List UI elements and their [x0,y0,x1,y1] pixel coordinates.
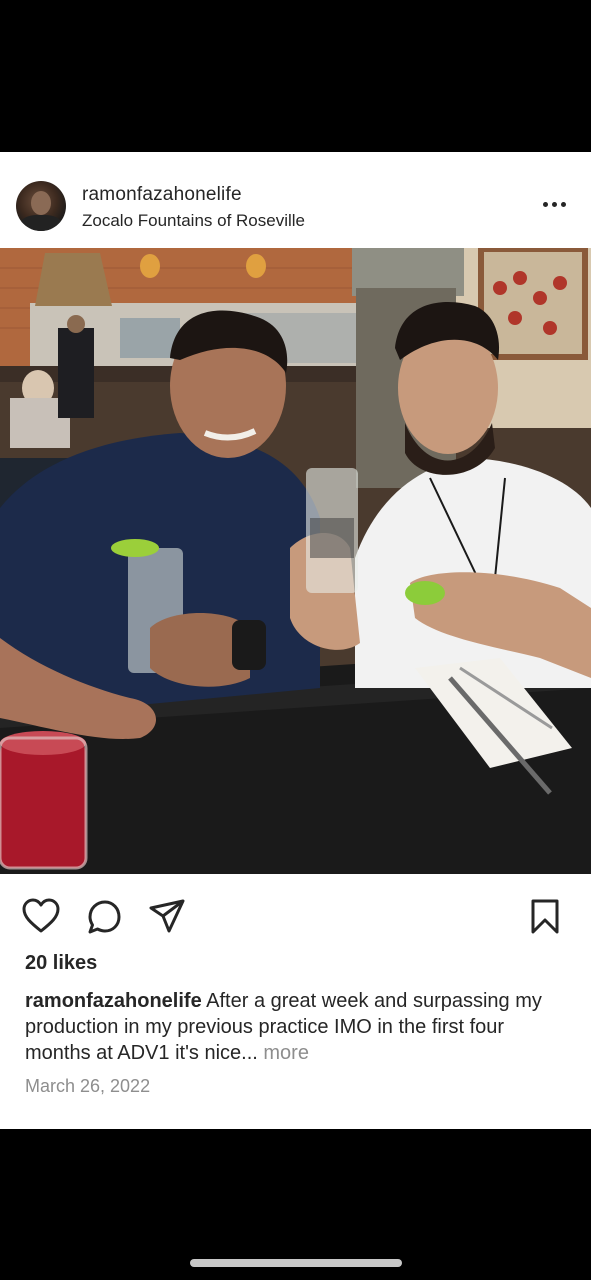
caption-more-link[interactable]: more [263,1042,309,1064]
post-location[interactable]: Zocalo Fountains of Roseville [82,211,305,231]
bottom-bar-area [0,1129,591,1280]
heart-icon[interactable] [21,897,61,937]
avatar-shirt [21,215,61,231]
more-horizontal-icon[interactable] [540,196,570,212]
status-bar-area [0,0,591,152]
caption-username[interactable]: ramonfazahonelife [25,990,202,1012]
bookmark-icon[interactable] [525,897,565,937]
post-username[interactable]: ramonfazahonelife [82,184,242,206]
post-photo[interactable] [0,248,591,874]
avatar-face [31,191,51,215]
instagram-post: ramonfazahonelife Zocalo Fountains of Ro… [0,152,591,1129]
post-date: March 26, 2022 [25,1076,151,1096]
home-indicator[interactable] [190,1259,402,1267]
likes-count[interactable]: 20 likes [25,952,97,975]
avatar[interactable] [16,181,66,231]
post-header: ramonfazahonelife Zocalo Fountains of Ro… [0,152,591,248]
post-actions [0,897,591,937]
comment-icon[interactable] [85,897,125,937]
send-icon[interactable] [147,897,187,937]
post-caption: ramonfazahonelife After a great week and… [25,988,570,1066]
